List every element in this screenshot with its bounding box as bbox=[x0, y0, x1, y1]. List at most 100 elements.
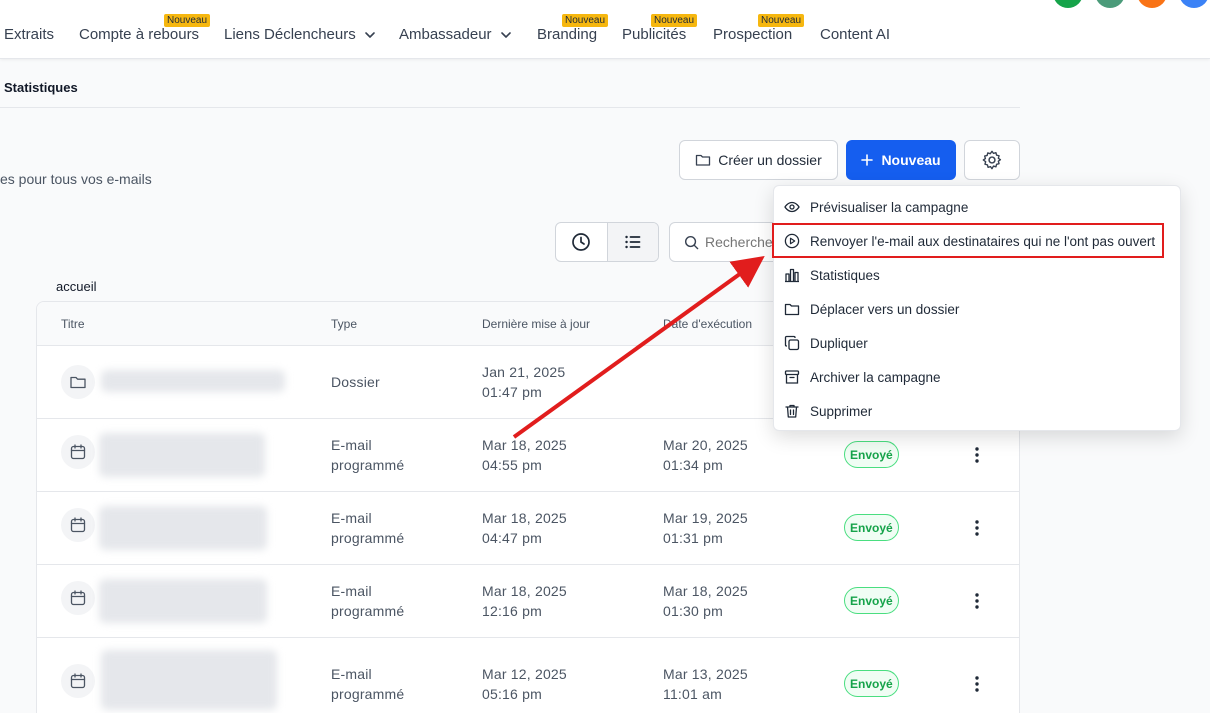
calendar-icon bbox=[61, 664, 95, 698]
gear-icon bbox=[982, 150, 1002, 170]
new-button-label: Nouveau bbox=[881, 152, 941, 168]
nav-item-compte-a-rebours[interactable]: Compte à rebours bbox=[79, 26, 199, 43]
menu-item-label: Prévisualiser la campagne bbox=[810, 199, 969, 215]
avatar[interactable] bbox=[1137, 0, 1167, 8]
row-type: Dossier bbox=[331, 374, 380, 390]
redacted-title bbox=[99, 433, 265, 477]
row-updated: Mar 18, 2025 04:47 pm bbox=[482, 508, 567, 548]
nav-item-label: Ambassadeur bbox=[399, 26, 492, 43]
kebab-menu-icon bbox=[975, 676, 979, 692]
nav-item-publicites[interactable]: Publicités bbox=[622, 26, 686, 43]
avatar[interactable] bbox=[1095, 0, 1125, 8]
chevron-down-icon bbox=[364, 31, 375, 38]
top-navigation: Extraits Nouveau Compte à rebours Liens … bbox=[0, 0, 1210, 59]
table-row[interactable]: E-mail programmé Mar 18, 2025 04:47 pm M… bbox=[37, 492, 1019, 565]
chevron-down-icon bbox=[500, 31, 511, 38]
more-options-button[interactable] bbox=[970, 591, 984, 611]
row-updated-date: Jan 21, 2025 bbox=[482, 364, 566, 380]
redacted-title bbox=[101, 650, 277, 710]
page-subtitle: es pour tous vos e-mails bbox=[0, 171, 152, 187]
redacted-title bbox=[101, 370, 285, 392]
row-executed: Mar 20, 2025 01:34 pm bbox=[663, 435, 748, 475]
redacted-title bbox=[99, 506, 267, 550]
avatar[interactable] bbox=[1179, 0, 1209, 8]
row-executed-time: 11:01 am bbox=[663, 686, 722, 702]
redacted-title bbox=[99, 579, 267, 623]
status-badge: Envoyé bbox=[844, 441, 899, 468]
folder-icon bbox=[784, 301, 800, 317]
column-header-executed: Date d'exécution bbox=[663, 317, 753, 331]
nav-item-label: Prospection bbox=[713, 26, 793, 43]
row-type: E-mail programmé bbox=[331, 583, 405, 619]
tab-statistiques[interactable]: Statistiques bbox=[4, 80, 78, 95]
row-updated-time: 05:16 pm bbox=[482, 686, 542, 702]
status-badge: Envoyé bbox=[844, 514, 899, 541]
table-row[interactable]: E-mail programmé Mar 18, 2025 12:16 pm M… bbox=[37, 565, 1019, 638]
row-updated-time: 04:55 pm bbox=[482, 457, 542, 473]
search-icon bbox=[684, 235, 699, 249]
create-folder-button[interactable]: Créer un dossier bbox=[679, 140, 838, 180]
menu-item-duplicate[interactable]: Dupliquer bbox=[774, 326, 1180, 360]
menu-item-label: Dupliquer bbox=[810, 335, 868, 351]
menu-item-resend[interactable]: Renvoyer l'e-mail aux destinataires qui … bbox=[774, 224, 1180, 258]
row-executed-time: 01:34 pm bbox=[663, 457, 723, 473]
nav-item-label: Content AI bbox=[820, 26, 891, 43]
more-options-button[interactable] bbox=[970, 674, 984, 694]
menu-item-archive[interactable]: Archiver la campagne bbox=[774, 360, 1180, 394]
menu-item-label: Archiver la campagne bbox=[810, 369, 941, 385]
eye-icon bbox=[784, 199, 800, 215]
calendar-icon bbox=[61, 581, 95, 615]
nav-item-content-ai[interactable]: Content AI bbox=[820, 26, 890, 43]
nav-item-extraits[interactable]: Extraits bbox=[4, 26, 54, 43]
table-row[interactable]: E-mail programmé Mar 12, 2025 05:16 pm M… bbox=[37, 638, 1019, 713]
row-executed: Mar 19, 2025 01:31 pm bbox=[663, 508, 748, 548]
nav-item-label: Publicités bbox=[622, 26, 687, 43]
kebab-menu-icon bbox=[975, 447, 979, 463]
kebab-menu-icon bbox=[975, 520, 979, 536]
breadcrumb[interactable]: accueil bbox=[56, 279, 96, 294]
row-updated: Mar 18, 2025 04:55 pm bbox=[482, 435, 567, 475]
menu-item-label: Déplacer vers un dossier bbox=[810, 301, 960, 317]
nav-item-liens-declencheurs[interactable]: Liens Déclencheurs bbox=[224, 26, 376, 43]
nav-item-ambassadeur[interactable]: Ambassadeur bbox=[399, 26, 512, 43]
row-executed-date: Mar 20, 2025 bbox=[663, 437, 748, 453]
copy-icon bbox=[784, 335, 800, 351]
nav-item-branding[interactable]: Branding bbox=[537, 26, 597, 43]
column-header-updated: Dernière mise à jour bbox=[482, 317, 591, 331]
kebab-menu-icon bbox=[975, 593, 979, 609]
menu-item-statistics[interactable]: Statistiques bbox=[774, 258, 1180, 292]
settings-button[interactable] bbox=[964, 140, 1020, 180]
more-options-button[interactable] bbox=[970, 445, 984, 465]
trash-icon bbox=[784, 403, 800, 419]
plus-icon bbox=[861, 154, 874, 166]
status-badge: Envoyé bbox=[844, 670, 899, 697]
row-updated-date: Mar 18, 2025 bbox=[482, 437, 567, 453]
menu-item-move-to-folder[interactable]: Déplacer vers un dossier bbox=[774, 292, 1180, 326]
row-updated: Jan 21, 2025 01:47 pm bbox=[482, 362, 565, 402]
folder-icon bbox=[61, 365, 95, 399]
menu-item-preview[interactable]: Prévisualiser la campagne bbox=[774, 190, 1180, 224]
row-type: E-mail programmé bbox=[331, 666, 405, 702]
avatar[interactable] bbox=[1053, 0, 1083, 8]
list-icon bbox=[625, 235, 641, 249]
nav-item-prospection[interactable]: Prospection bbox=[713, 26, 792, 43]
row-type: E-mail programmé bbox=[331, 437, 405, 473]
view-toggle bbox=[555, 222, 659, 262]
new-button[interactable]: Nouveau bbox=[846, 140, 956, 180]
nav-item-label: Branding bbox=[537, 26, 598, 43]
menu-item-delete[interactable]: Supprimer bbox=[774, 394, 1180, 428]
nav-item-label: Extraits bbox=[4, 26, 55, 43]
row-updated-time: 01:47 pm bbox=[482, 384, 542, 400]
list-view-button[interactable] bbox=[606, 223, 658, 261]
row-executed-time: 01:31 pm bbox=[663, 530, 723, 546]
more-options-button[interactable] bbox=[970, 518, 984, 538]
column-header-type: Type bbox=[331, 317, 358, 331]
row-executed-date: Mar 13, 2025 bbox=[663, 666, 748, 682]
history-view-button[interactable] bbox=[556, 223, 607, 261]
status-badge: Envoyé bbox=[844, 587, 899, 614]
row-updated: Mar 12, 2025 05:16 pm bbox=[482, 664, 567, 704]
row-executed-time: 01:30 pm bbox=[663, 603, 723, 619]
row-updated: Mar 18, 2025 12:16 pm bbox=[482, 581, 567, 621]
row-executed-date: Mar 19, 2025 bbox=[663, 510, 748, 526]
nav-item-label: Liens Déclencheurs bbox=[224, 26, 356, 43]
